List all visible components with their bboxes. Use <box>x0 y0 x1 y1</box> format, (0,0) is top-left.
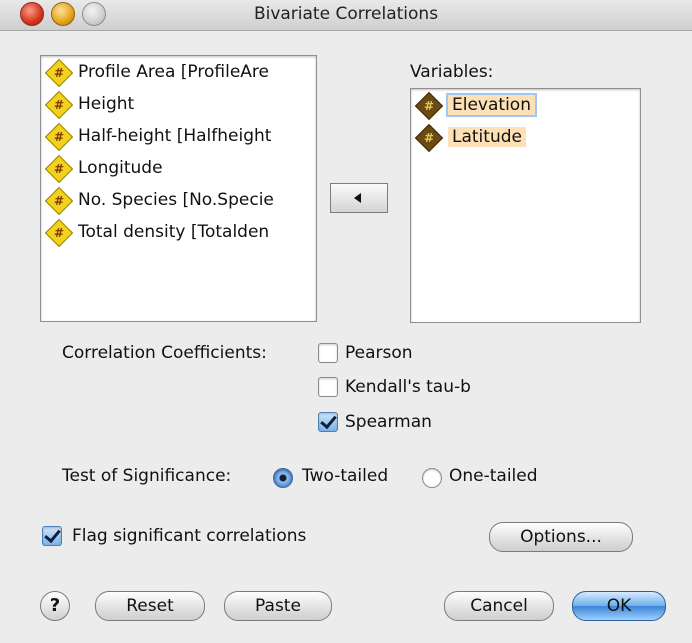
arrow-left-icon <box>354 193 361 203</box>
two-tailed-radio[interactable] <box>273 468 293 488</box>
pearson-label: Pearson <box>345 343 413 363</box>
title-bar[interactable]: Bivariate Correlations <box>0 0 692 31</box>
cancel-button[interactable]: Cancel <box>444 591 554 621</box>
list-item[interactable]: # Half-height [Halfheight <box>41 120 316 152</box>
test-of-significance-label: Test of Significance: <box>62 466 232 486</box>
list-item-label: No. Species [No.Specie <box>78 190 274 210</box>
numeric-variable-icon: # <box>414 91 444 121</box>
help-button[interactable]: ? <box>40 591 70 621</box>
list-item-label: Height <box>78 94 135 114</box>
flag-significant-label: Flag significant correlations <box>72 526 307 546</box>
window-title: Bivariate Correlations <box>253 4 439 24</box>
numeric-variable-icon: # <box>44 122 74 152</box>
source-variable-list[interactable]: # Profile Area [ProfileAre # Height # Ha… <box>40 55 317 322</box>
paste-button[interactable]: Paste <box>224 591 332 621</box>
kendall-checkbox[interactable] <box>318 377 338 397</box>
numeric-variable-icon: # <box>44 218 74 248</box>
options-button[interactable]: Options... <box>489 522 633 552</box>
flag-significant-checkbox[interactable] <box>42 526 62 546</box>
kendall-label: Kendall's tau-b <box>345 377 471 397</box>
list-item-label: Half-height [Halfheight <box>78 126 272 146</box>
list-item-label: Longitude <box>78 158 163 178</box>
numeric-variable-icon: # <box>44 58 74 88</box>
correlation-coefficients-label: Correlation Coefficients: <box>62 343 267 363</box>
two-tailed-label: Two-tailed <box>302 466 389 486</box>
one-tailed-label: One-tailed <box>449 466 538 486</box>
list-item-label: Profile Area [ProfileAre <box>78 62 269 82</box>
list-item[interactable]: # Elevation <box>411 89 640 121</box>
list-item[interactable]: # Total density [Totalden <box>41 216 316 248</box>
list-item[interactable]: # Height <box>41 88 316 120</box>
list-item[interactable]: # No. Species [No.Specie <box>41 184 316 216</box>
ok-button[interactable]: OK <box>572 591 666 621</box>
list-item-label: Total density [Totalden <box>78 222 270 242</box>
variables-list[interactable]: # Elevation # Latitude <box>410 88 641 323</box>
reset-button[interactable]: Reset <box>95 591 205 621</box>
numeric-variable-icon: # <box>44 186 74 216</box>
list-item[interactable]: # Profile Area [ProfileAre <box>41 56 316 88</box>
numeric-variable-icon: # <box>44 90 74 120</box>
list-item[interactable]: # Latitude <box>411 121 640 153</box>
list-item[interactable]: # Longitude <box>41 152 316 184</box>
numeric-variable-icon: # <box>44 154 74 184</box>
numeric-variable-icon: # <box>414 123 444 153</box>
pearson-checkbox[interactable] <box>318 343 338 363</box>
list-item-label: Elevation <box>446 93 537 117</box>
list-item-label: Latitude <box>448 127 526 147</box>
variables-heading: Variables: <box>410 62 494 82</box>
move-variable-button[interactable] <box>330 183 388 213</box>
spearman-checkbox[interactable] <box>318 412 338 432</box>
one-tailed-radio[interactable] <box>422 468 442 488</box>
spearman-label: Spearman <box>345 412 432 432</box>
